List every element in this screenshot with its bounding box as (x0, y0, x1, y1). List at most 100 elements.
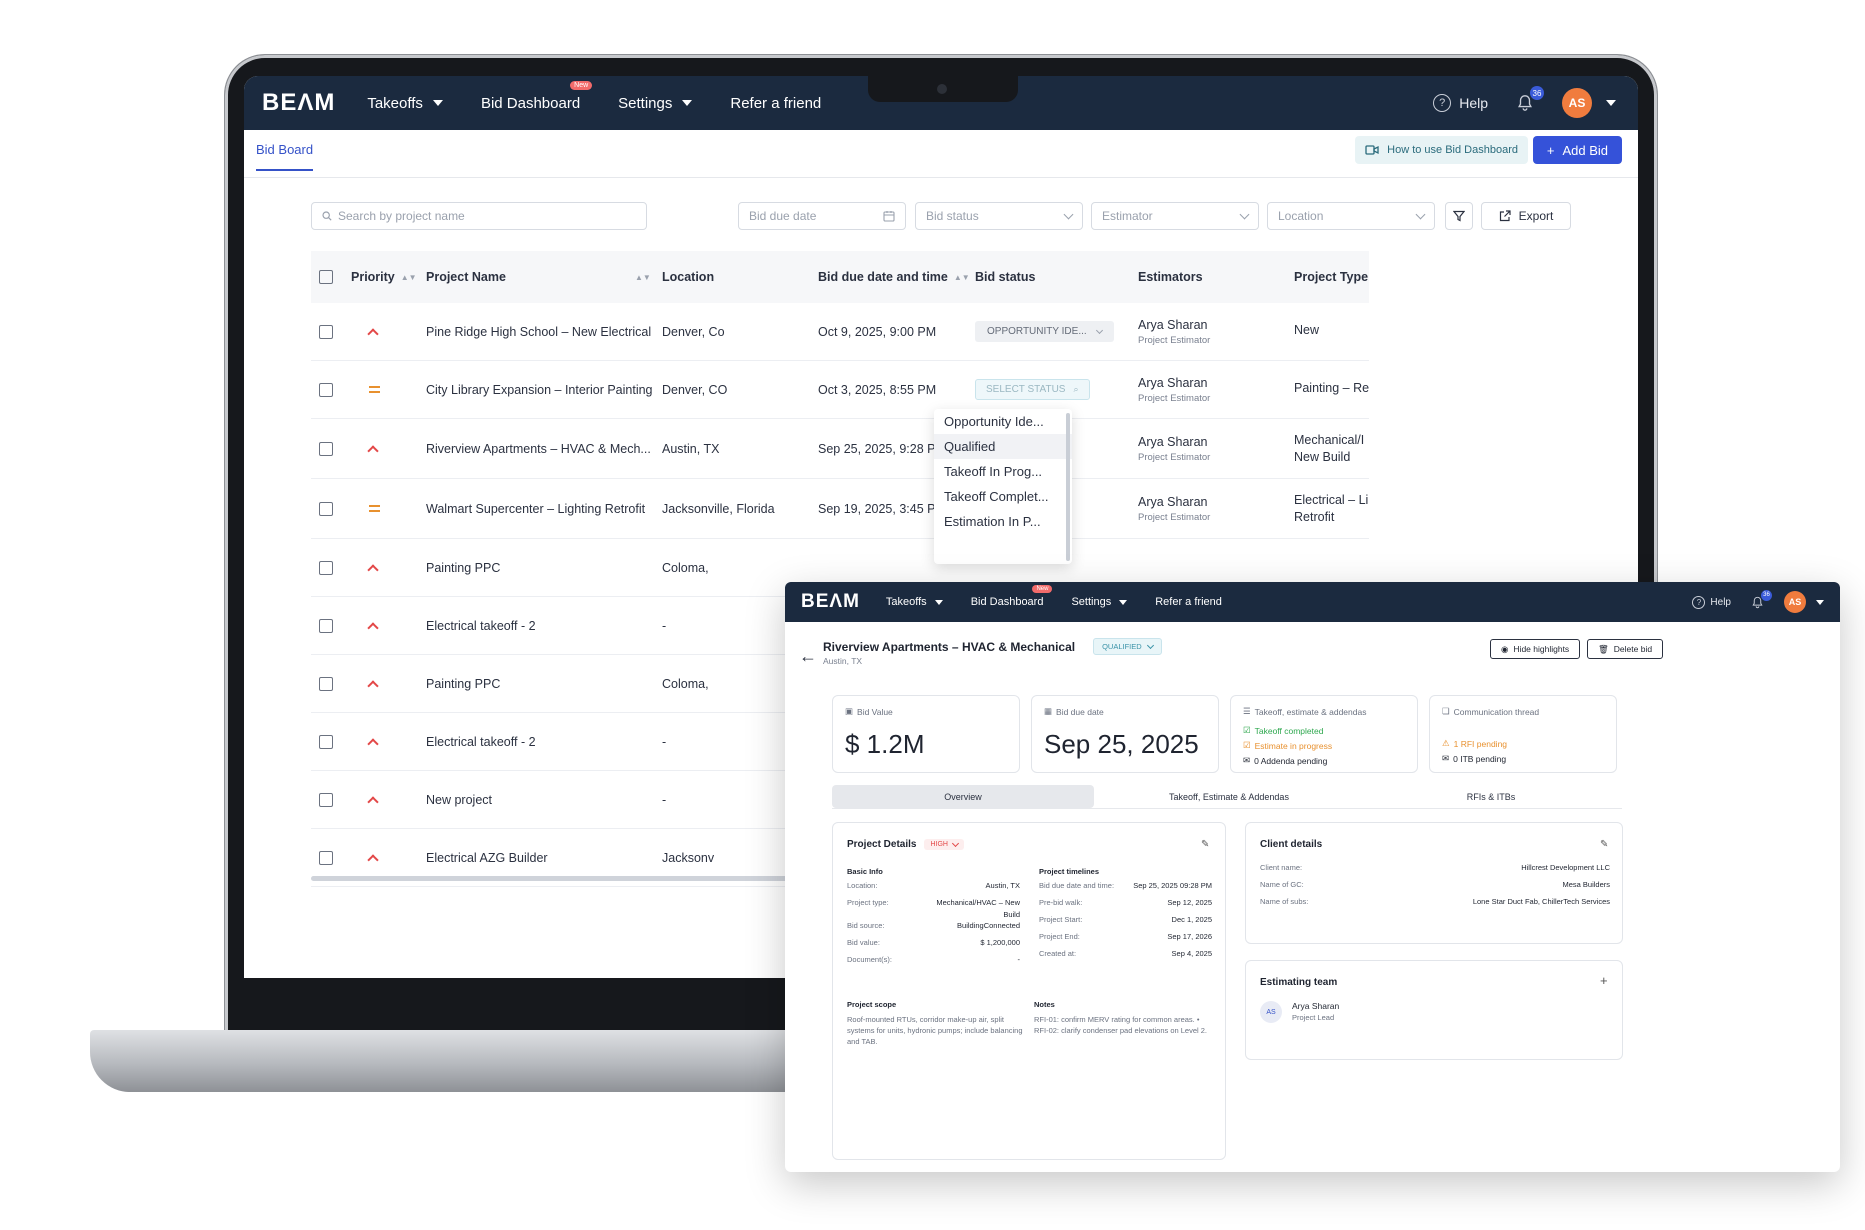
notifications-button[interactable]: 36 (1751, 589, 1772, 609)
bid-value-label: ▣ Bid Value (845, 706, 1007, 717)
bid-value-card: ▣ Bid Value $ 1.2M (832, 695, 1020, 773)
help-link[interactable]: ? Help (1433, 94, 1488, 112)
nav-settings[interactable]: Settings (1071, 596, 1128, 608)
help-link[interactable]: ? Help (1692, 595, 1731, 609)
row-project-name[interactable]: New project (426, 793, 492, 807)
row-project-name[interactable]: Painting PPC (426, 677, 500, 691)
info-value: Hillcrest Development LLC (1521, 863, 1610, 872)
row-project-name[interactable]: Electrical takeoff - 2 (426, 735, 536, 749)
header-priority[interactable]: Priority ▲▼ (351, 270, 417, 284)
search-input[interactable]: Search by project name (311, 202, 647, 230)
edit-pencil-icon[interactable]: ✎ (1600, 839, 1608, 850)
add-bid-label: Add Bid (1562, 142, 1608, 158)
info-key: Project End: (1039, 932, 1080, 941)
edit-pencil-icon[interactable]: ✎ (1201, 839, 1209, 850)
nav-bid-dashboard[interactable]: Bid Dashboard New (971, 585, 1053, 608)
select-all-checkbox[interactable] (319, 270, 333, 284)
nav-takeoffs[interactable]: Takeoffs (367, 95, 443, 112)
info-key: Name of GC: (1260, 880, 1304, 889)
export-button[interactable]: Export (1481, 202, 1571, 230)
rfi-pending: ⚠ 1 RFI pending (1442, 738, 1604, 749)
nav-refer-label: Refer a friend (1155, 596, 1222, 608)
status-option[interactable]: Opportunity Ide... (934, 409, 1072, 434)
bid-due-date-filter[interactable]: Bid due date (738, 202, 906, 230)
chevron-down-icon (1415, 209, 1426, 219)
row-checkbox[interactable] (319, 792, 333, 807)
nav-bid-dashboard[interactable]: Bid Dashboard New (481, 80, 593, 112)
nav-settings[interactable]: Settings (618, 95, 693, 112)
row-project-name[interactable]: Riverview Apartments – HVAC & Mech... (426, 442, 651, 456)
hide-highlights-button[interactable]: ◉ Hide highlights (1490, 639, 1581, 659)
status-option[interactable]: Takeoff In Prog... (934, 459, 1072, 484)
how-to-use-button[interactable]: How to use Bid Dashboard (1355, 136, 1528, 164)
info-key: Bid value: (847, 938, 880, 947)
priority-high-icon (367, 737, 379, 750)
status-option-list: Opportunity Ide... Qualified Takeoff In Pr… (934, 409, 1072, 534)
row-checkbox[interactable] (319, 441, 333, 456)
row-status-pill[interactable]: OPPORTUNITY IDE... (975, 321, 1114, 342)
filter-button[interactable] (1445, 202, 1473, 230)
delete-bid-button[interactable]: 🗑 Delete bid (1587, 639, 1664, 659)
user-menu[interactable]: AS (1562, 88, 1616, 118)
back-arrow-icon[interactable]: ← (799, 646, 817, 667)
search-icon: ⌕ (1073, 384, 1079, 394)
user-menu[interactable]: AS (1784, 591, 1824, 613)
tab-takeoff-estimate[interactable]: Takeoff, Estimate & Addendas (1098, 785, 1360, 808)
add-bid-button[interactable]: + Add Bid (1532, 136, 1622, 164)
member-name: Arya Sharan (1292, 1001, 1340, 1011)
row-checkbox[interactable] (319, 734, 333, 749)
project-scope-title: Project scope (847, 1000, 897, 1009)
estimator-role: Project Estimator (1138, 451, 1211, 463)
nav-refer-friend[interactable]: Refer a friend (730, 95, 821, 112)
project-type-line2: New Build (1294, 450, 1351, 464)
project-type-line1: Mechanical/I (1294, 433, 1365, 447)
info-value: BuildingConnected (957, 921, 1020, 930)
notifications-button[interactable]: 36 (1516, 86, 1544, 112)
beam-logo[interactable]: BEΛM (262, 89, 335, 117)
row-project-name[interactable]: Pine Ridge High School – New Electrical (426, 325, 651, 339)
header-due[interactable]: Bid due date and time ▲▼ (818, 270, 970, 284)
row-project-name[interactable]: Painting PPC (426, 561, 500, 575)
row-checkbox[interactable] (319, 618, 333, 633)
estimator-filter[interactable]: Estimator (1091, 202, 1259, 230)
header-project-name[interactable]: Project Name (426, 270, 506, 284)
table-row[interactable]: City Library Expansion – Interior Painti… (311, 361, 1369, 419)
info-row: Project Start: Dec 1, 2025 (1039, 915, 1212, 925)
status-option[interactable]: Qualified (934, 434, 1072, 459)
priority-select[interactable]: HIGH (924, 839, 964, 850)
row-checkbox[interactable] (319, 676, 333, 691)
table-row[interactable]: Walmart Supercenter – Lighting Retrofit … (311, 479, 1369, 539)
money-icon: ▣ (845, 706, 854, 716)
nav-refer-friend[interactable]: Refer a friend (1155, 596, 1222, 608)
table-row[interactable]: Riverview Apartments – HVAC & Mech... Au… (311, 419, 1369, 479)
info-row: Location: Austin, TX (847, 881, 1020, 891)
row-project-name[interactable]: City Library Expansion – Interior Painti… (426, 383, 653, 397)
status-option[interactable]: Estimation In P... (934, 509, 1072, 534)
row-checkbox[interactable] (319, 382, 333, 397)
table-row[interactable]: Pine Ridge High School – New Electrical … (311, 303, 1369, 361)
row-project-name[interactable]: Electrical takeoff - 2 (426, 619, 536, 633)
takeoff-completed-text: Takeoff completed (1254, 725, 1324, 736)
nav-takeoffs[interactable]: Takeoffs (886, 596, 943, 608)
tab-rfis-itbs[interactable]: RFIs & ITBs (1360, 785, 1622, 808)
row-checkbox[interactable] (319, 324, 333, 339)
row-checkbox[interactable] (319, 850, 333, 865)
dropdown-scrollbar[interactable] (1066, 413, 1070, 561)
takeoff-label-text: Takeoff, estimate & addendas (1254, 706, 1367, 717)
beam-logo[interactable]: BEΛM (801, 591, 860, 613)
row-project-name[interactable]: Walmart Supercenter – Lighting Retrofit (426, 502, 645, 516)
location-filter[interactable]: Location (1267, 202, 1435, 230)
status-select[interactable]: QUALIFIED (1093, 638, 1162, 655)
status-option[interactable]: Takeoff Complet... (934, 484, 1072, 509)
row-project-name[interactable]: Electrical AZG Builder (426, 851, 548, 865)
tab-bid-board[interactable]: Bid Board (256, 142, 314, 171)
tab-overview[interactable]: Overview (832, 785, 1094, 808)
calendar-icon: ▦ (1044, 706, 1053, 716)
info-key: Document(s): (847, 955, 893, 964)
row-checkbox[interactable] (319, 560, 333, 575)
sort-icon[interactable]: ▲▼ (635, 273, 651, 282)
add-member-button[interactable]: + (1600, 973, 1608, 988)
bid-status-filter[interactable]: Bid status (915, 202, 1083, 230)
row-status-select[interactable]: SELECT STATUS ⌕ (975, 379, 1090, 400)
row-checkbox[interactable] (319, 501, 333, 516)
